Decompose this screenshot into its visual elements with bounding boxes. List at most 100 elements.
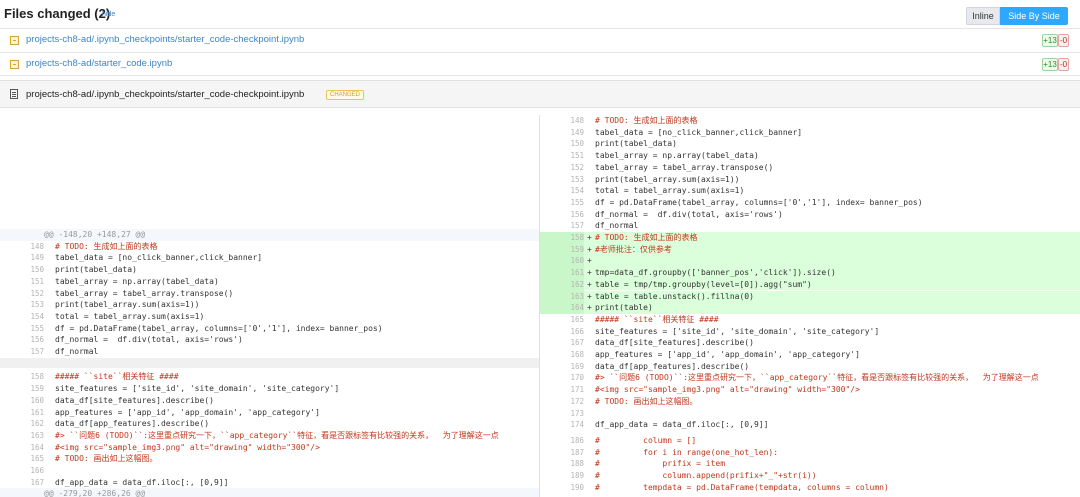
line-number[interactable]: 172	[540, 396, 584, 408]
line-number[interactable]: 149	[0, 252, 44, 264]
diff-line: 166	[0, 465, 539, 477]
file-list-item[interactable]: projects-ch8-ad/.ipynb_checkpoints/start…	[0, 28, 1080, 52]
line-number[interactable]: 169	[540, 361, 584, 373]
diff-line: 158 ##### ``site``相关特征 ####	[0, 371, 539, 383]
line-number[interactable]: 159	[540, 243, 584, 256]
code-text: print(tabel_array.sum(axis=1))	[595, 174, 740, 184]
line-number[interactable]: 154	[540, 185, 584, 197]
code-text: #<img src="sample_img3.png" alt="drawing…	[595, 385, 860, 395]
code-text: # tempdata = pd.DataFrame(tempdata, colu…	[595, 482, 889, 492]
line-number[interactable]: 158	[540, 232, 584, 244]
diff-line: 157 df_normal	[0, 346, 539, 358]
diff-marker: +	[587, 291, 592, 301]
line-number[interactable]: 153	[540, 174, 584, 186]
diff-line: 150 print(tabel_data)	[0, 264, 539, 276]
line-number[interactable]: 166	[540, 326, 584, 338]
line-number[interactable]: 150	[540, 138, 584, 150]
code-text: # prifix = item	[595, 459, 726, 469]
code-text: site_features = ['site_id', 'site_domain…	[595, 326, 880, 336]
line-number[interactable]: 161	[540, 267, 584, 279]
line-number[interactable]: 151	[0, 276, 44, 288]
side-by-side-view-button[interactable]: Side By Side	[1000, 7, 1068, 25]
line-number[interactable]: 158	[0, 371, 44, 383]
line-number[interactable]: 167	[0, 477, 44, 489]
diff-marker: +	[587, 256, 592, 266]
code-text: df_normal	[55, 347, 99, 356]
hunk-header-text: @@ -148,20 +148,27 @@	[44, 230, 146, 239]
file-link[interactable]: projects-ch8-ad/.ipynb_checkpoints/start…	[26, 34, 304, 45]
line-number[interactable]: 164	[0, 442, 44, 454]
code-text: #老师批注：仅供参考	[595, 244, 672, 254]
code-text: tabel_array = np.array(tabel_data)	[595, 151, 759, 161]
file-link[interactable]: projects-ch8-ad/starter_code.ipynb	[26, 58, 172, 69]
line-number[interactable]: 160	[0, 395, 44, 407]
line-number[interactable]: 160	[540, 255, 584, 268]
inline-view-button[interactable]: Inline	[966, 7, 1000, 25]
line-number[interactable]: 187	[540, 447, 584, 459]
hide-files-link[interactable]: hide	[102, 11, 115, 18]
diff-left-pane: @@ -148,20 +148,27 @@ 148 # TODO: 生成如上面的表格…	[0, 115, 540, 497]
diff-line: 156 df_normal = df.div(total, axis='rows'…	[0, 334, 539, 346]
line-number[interactable]: 167	[540, 337, 584, 349]
line-number[interactable]: 157	[540, 220, 584, 232]
diff-marker: +	[587, 244, 592, 254]
line-number[interactable]: 149	[540, 127, 584, 139]
line-number[interactable]: 174	[540, 419, 584, 431]
line-number[interactable]: 165	[0, 453, 44, 465]
diff-line: 159 + #老师批注：仅供参考	[540, 243, 1080, 256]
file-list-item[interactable]: projects-ch8-ad/starter_code.ipynb +13 -…	[0, 52, 1080, 76]
line-number[interactable]: 152	[0, 288, 44, 300]
line-number[interactable]: 163	[0, 430, 44, 442]
line-number[interactable]: 165	[540, 314, 584, 326]
diff-line: 165 ##### ``site``相关特征 ####	[540, 314, 1080, 326]
line-number[interactable]: 170	[540, 372, 584, 384]
line-number[interactable]: 189	[540, 470, 584, 482]
code-text: table = table.unstack().fillna(0)	[595, 291, 754, 301]
line-number[interactable]: 188	[540, 458, 584, 470]
line-number[interactable]: 186	[540, 435, 584, 447]
diff-line: 153 print(tabel_array.sum(axis=1))	[0, 299, 539, 311]
code-text: # TODO: 生成如上面的表格	[595, 233, 698, 242]
line-number[interactable]: 153	[0, 299, 44, 311]
hunk-header: @@ -279,20 +286,26 @@	[0, 488, 539, 497]
line-number[interactable]: 148	[540, 115, 584, 127]
code-text: tabel_array = tabel_array.transpose()	[55, 288, 234, 298]
line-number[interactable]: 150	[0, 264, 44, 276]
line-number[interactable]: 151	[540, 150, 584, 162]
line-number[interactable]: 154	[0, 311, 44, 323]
code-text: data_df[site_features].describe()	[55, 395, 214, 405]
line-number[interactable]: 190	[540, 482, 584, 494]
line-number[interactable]: 155	[0, 323, 44, 335]
line-number[interactable]: 156	[540, 209, 584, 221]
code-text: total = tabel_array.sum(axis=1)	[595, 186, 745, 196]
line-number[interactable]: 161	[0, 407, 44, 419]
line-number[interactable]: 171	[540, 384, 584, 396]
diff-line: 166 site_features = ['site_id', 'site_dom…	[540, 326, 1080, 338]
line-number[interactable]: 168	[540, 349, 584, 361]
line-number[interactable]: 157	[0, 346, 44, 358]
diff-line: 167 data_df[site_features].describe()	[540, 337, 1080, 349]
line-number[interactable]: 155	[540, 197, 584, 209]
line-number[interactable]: 148	[0, 241, 44, 253]
diff-line: 161 + tmp=data_df.groupby(['banner_pos','c…	[540, 267, 1080, 279]
line-number[interactable]: 166	[0, 465, 44, 477]
line-number[interactable]: 162	[0, 418, 44, 430]
line-number[interactable]: 173	[540, 408, 584, 420]
code-text: # column = []	[595, 435, 697, 445]
diff-line: 162 data_df[app_features].describe()	[0, 418, 539, 430]
file-modified-icon	[10, 60, 19, 69]
line-number[interactable]: 156	[0, 334, 44, 346]
code-text: # TODO: 生成如上面的表格	[55, 241, 158, 251]
line-number[interactable]: 164	[540, 302, 584, 314]
code-text: # TODO: 画出如上这幅图。	[55, 454, 158, 464]
code-text: print(table)	[595, 303, 653, 313]
line-number[interactable]: 162	[540, 278, 584, 291]
line-number[interactable]: 159	[0, 383, 44, 395]
diff-line: 158 + # TODO: 生成如上面的表格	[540, 232, 1080, 244]
code-text: app_features = ['app_id', 'app_domain', …	[595, 350, 860, 359]
code-text: tabel_array = tabel_array.transpose()	[595, 162, 774, 172]
code-text: df_app_data = data_df.iloc[:, [0,9]]	[55, 477, 229, 487]
diff-line: 163 + table = table.unstack().fillna(0)	[540, 290, 1080, 303]
line-number[interactable]: 152	[540, 162, 584, 174]
line-number[interactable]: 163	[540, 290, 584, 303]
